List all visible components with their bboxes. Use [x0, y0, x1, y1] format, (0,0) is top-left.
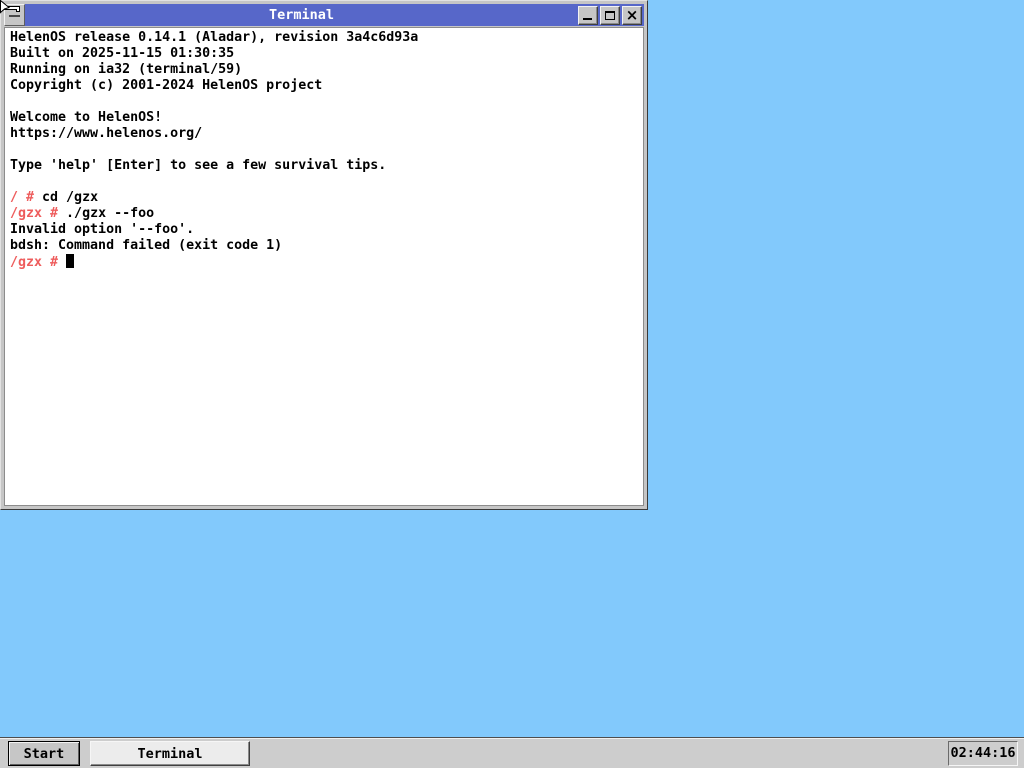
- terminal-line: Copyright (c) 2001-2024 HelenOS project: [10, 78, 643, 94]
- terminal-line: /gzx #: [10, 254, 643, 270]
- start-button[interactable]: Start: [8, 741, 80, 766]
- terminal-line: bdsh: Command failed (exit code 1): [10, 238, 643, 254]
- terminal-line: Running on ia32 (terminal/59): [10, 62, 643, 78]
- terminal-text-segment: Type 'help' [Enter] to see a few surviva…: [10, 158, 387, 173]
- close-icon: ×: [625, 5, 639, 24]
- taskbar: Start Terminal 02:44:16: [0, 737, 1024, 768]
- terminal-line: Built on 2025-11-15 01:30:35: [10, 46, 643, 62]
- terminal-window: Terminal × HelenOS release 0.14.1 (Alada…: [0, 0, 648, 510]
- system-menu-button[interactable]: [4, 4, 25, 26]
- terminal-text-segment: Welcome to HelenOS!: [10, 110, 163, 125]
- terminal-text-segment: Copyright (c) 2001-2024 HelenOS project: [10, 78, 323, 93]
- taskbar-clock: 02:44:16: [948, 741, 1018, 766]
- terminal-output[interactable]: HelenOS release 0.14.1 (Aladar), revisio…: [4, 27, 644, 506]
- maximize-icon: [605, 10, 615, 20]
- taskbar-task-terminal[interactable]: Terminal: [90, 741, 250, 766]
- terminal-line: Type 'help' [Enter] to see a few surviva…: [10, 158, 643, 174]
- window-controls: ×: [578, 4, 644, 26]
- terminal-line: Welcome to HelenOS!: [10, 110, 643, 126]
- terminal-line: /gzx # ./gzx --foo: [10, 206, 643, 222]
- shell-prompt: /gzx #: [10, 206, 59, 221]
- terminal-text-segment: HelenOS release 0.14.1 (Aladar), revisio…: [10, 30, 419, 45]
- terminal-line: https://www.helenos.org/: [10, 126, 643, 142]
- shell-prompt: / #: [10, 190, 35, 205]
- minimize-button[interactable]: [578, 5, 598, 25]
- terminal-line: / # cd /gzx: [10, 190, 643, 206]
- terminal-text-segment: Running on ia32 (terminal/59): [10, 62, 243, 77]
- system-menu-icon: [9, 15, 20, 17]
- terminal-line: Invalid option '--foo'.: [10, 222, 643, 238]
- window-titlebar[interactable]: Terminal ×: [4, 4, 644, 26]
- maximize-button[interactable]: [600, 5, 620, 25]
- terminal-text-segment: https://www.helenos.org/: [10, 126, 203, 141]
- taskbar-tasks: Terminal: [90, 741, 250, 766]
- terminal-line: HelenOS release 0.14.1 (Aladar), revisio…: [10, 30, 643, 46]
- terminal-text-segment: ./gzx --foo: [58, 206, 155, 221]
- close-button[interactable]: ×: [622, 5, 642, 25]
- terminal-text-segment: Invalid option '--foo'.: [10, 222, 195, 237]
- terminal-text-segment: cd /gzx: [34, 190, 99, 205]
- minimize-icon: [583, 17, 592, 20]
- shell-prompt: /gzx #: [10, 255, 59, 270]
- desktop: { "desktop": { "background": "#82c9fc" }…: [0, 0, 1024, 768]
- window-title: Terminal: [268, 7, 335, 23]
- text-cursor: [66, 254, 75, 268]
- terminal-text-segment: Built on 2025-11-15 01:30:35: [10, 46, 235, 61]
- terminal-text-segment: bdsh: Command failed (exit code 1): [10, 238, 283, 253]
